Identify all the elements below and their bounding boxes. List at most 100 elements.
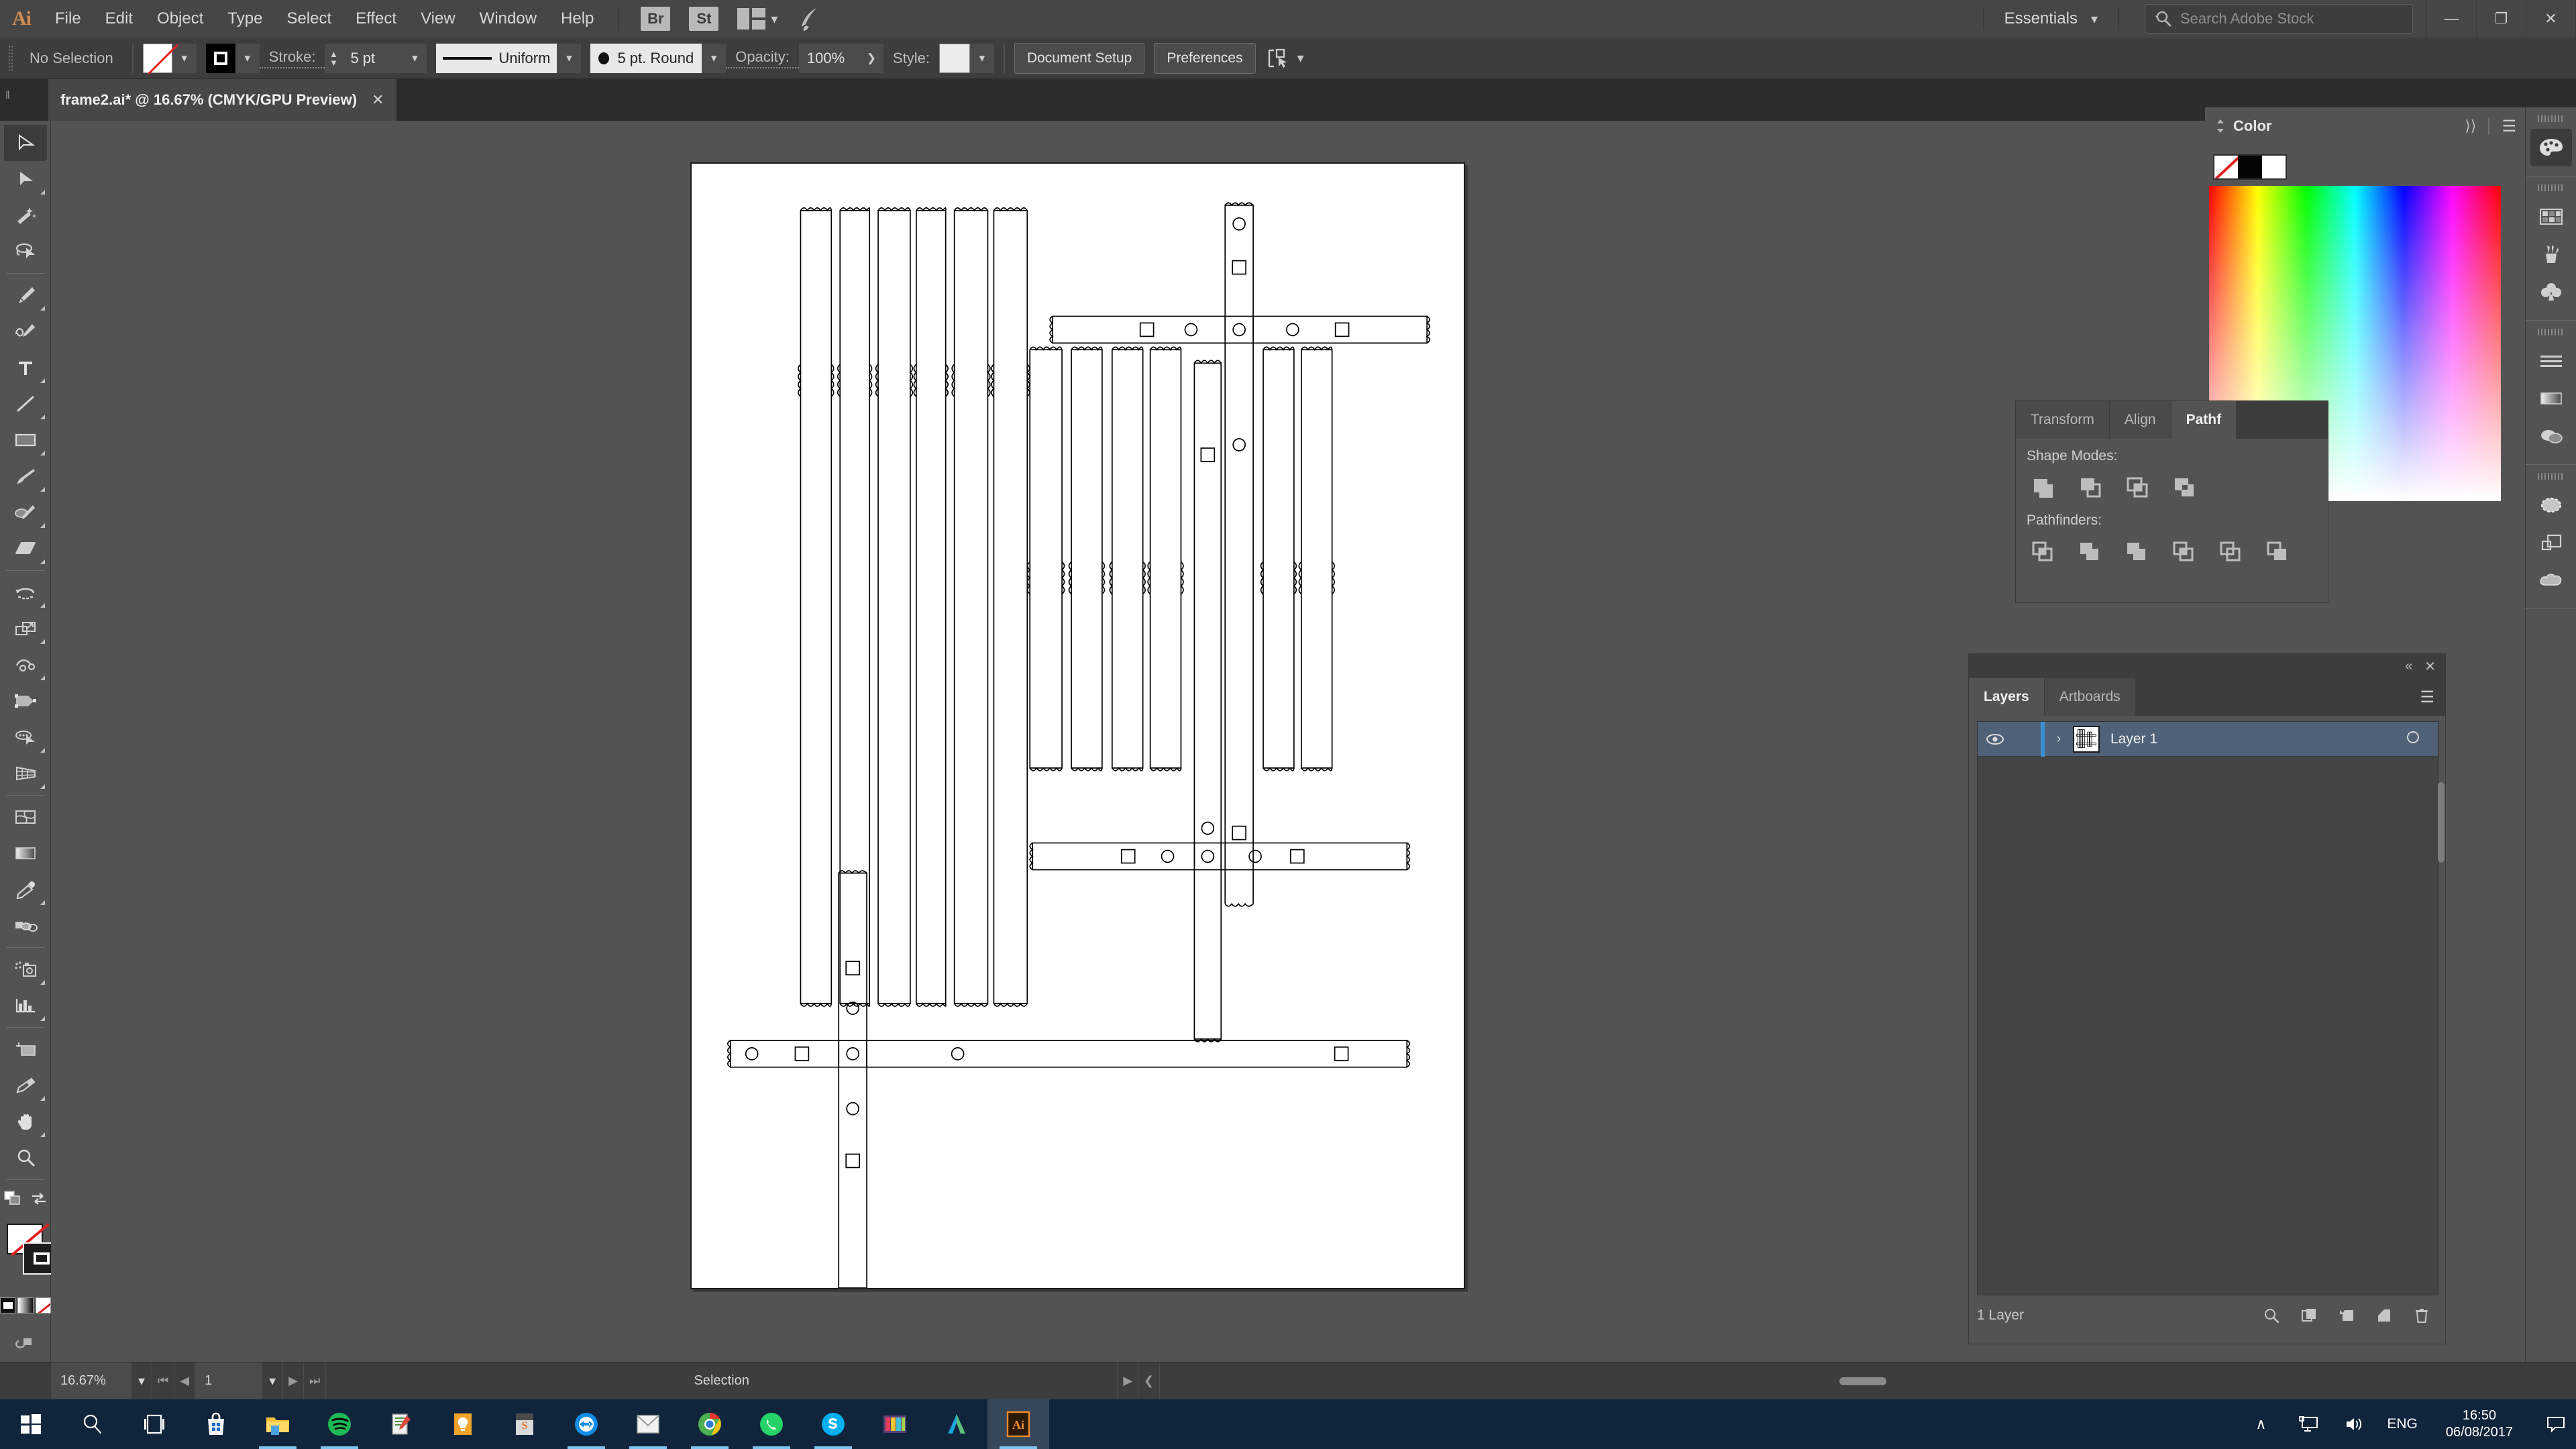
horizontal-scrollbar-thumb[interactable]: [1839, 1377, 1887, 1385]
mesh-tool[interactable]: [4, 799, 47, 835]
stroke-color-swatch[interactable]: [205, 43, 235, 73]
appearance-panel-icon[interactable]: [2530, 486, 2572, 524]
intersect-button[interactable]: [2116, 471, 2158, 503]
transparency-panel-icon[interactable]: [2530, 417, 2572, 455]
rectangle-tool[interactable]: [4, 422, 47, 458]
tab-artboards[interactable]: Artboards: [2044, 678, 2136, 716]
tab-collapse-icon[interactable]: ‖: [5, 89, 10, 102]
crop-button[interactable]: [2163, 535, 2205, 568]
horizontal-scrollbar[interactable]: [1160, 1368, 2576, 1395]
gradient-panel-icon[interactable]: [2530, 380, 2572, 417]
slice-tool[interactable]: [4, 1067, 47, 1104]
stroke-profile-chevron-down-icon[interactable]: ▾: [557, 43, 582, 73]
layer-expand-icon[interactable]: ›: [2045, 731, 2073, 747]
libraries-panel-icon[interactable]: [2530, 561, 2572, 599]
opacity-flyout-icon[interactable]: ❯: [859, 43, 883, 73]
color-swatch-none[interactable]: [2214, 156, 2239, 178]
teamviewer-icon[interactable]: [555, 1399, 617, 1449]
brush-chevron-down-icon[interactable]: ▾: [702, 43, 727, 73]
symbol-sprayer-tool[interactable]: [4, 951, 47, 987]
restore-button[interactable]: ❐: [2477, 0, 2526, 38]
stroke-weight-input[interactable]: 5 pt: [342, 43, 403, 73]
menu-type[interactable]: Type: [215, 0, 274, 38]
menu-window[interactable]: Window: [468, 0, 549, 38]
menu-file[interactable]: File: [43, 0, 93, 38]
rotate-tool[interactable]: [4, 574, 47, 610]
first-artboard-button[interactable]: ⏮: [152, 1362, 175, 1400]
select-similar-objects-icon[interactable]: [1265, 46, 1292, 70]
stroke-panel-icon[interactable]: [2530, 342, 2572, 380]
artboard-chevron-down-icon[interactable]: ▾: [262, 1362, 284, 1400]
zoom-chevron-down-icon[interactable]: ▾: [131, 1362, 153, 1400]
stroke-profile-select[interactable]: Uniform: [436, 43, 557, 73]
last-artboard-button[interactable]: ⏭: [304, 1362, 327, 1400]
artboard-tool[interactable]: [4, 1031, 47, 1067]
swatches-panel-icon[interactable]: [2530, 198, 2572, 235]
perspective-grid-tool[interactable]: [4, 755, 47, 792]
artboard[interactable]: [690, 162, 1465, 1289]
stroke-weight-chevron-down-icon[interactable]: ▾: [402, 43, 427, 73]
notepad-icon[interactable]: [370, 1399, 432, 1449]
lightbulb-icon[interactable]: [432, 1399, 494, 1449]
color-panel-icon[interactable]: [2530, 129, 2572, 166]
tab-align[interactable]: Align: [2109, 401, 2171, 439]
document-setup-button[interactable]: Document Setup: [1014, 42, 1145, 74]
eraser-tool[interactable]: [4, 531, 47, 567]
previous-artboard-button[interactable]: ◀: [174, 1362, 196, 1400]
search-input[interactable]: Search Adobe Stock: [2145, 4, 2413, 34]
color-panel-collapse-arrows-icon[interactable]: [2214, 117, 2226, 135]
bridge-icon[interactable]: Br: [641, 7, 671, 31]
minus-front-button[interactable]: [2070, 471, 2111, 503]
preferences-button[interactable]: Preferences: [1154, 42, 1256, 74]
create-new-sublayer-icon[interactable]: [2338, 1307, 2355, 1324]
direct-selection-tool[interactable]: [4, 161, 47, 197]
language-indicator[interactable]: ENG: [2387, 1416, 2418, 1432]
network-icon[interactable]: [2293, 1399, 2322, 1449]
tab-pathfinder[interactable]: Pathf: [2171, 401, 2237, 439]
brushes-panel-icon[interactable]: [2530, 235, 2572, 273]
fill-and-stroke-control[interactable]: [0, 1220, 60, 1293]
workspace-switcher[interactable]: Essentials: [1996, 9, 2086, 28]
task-view-button[interactable]: [123, 1399, 185, 1449]
menu-select[interactable]: Select: [274, 0, 343, 38]
curvature-tool[interactable]: [4, 313, 47, 350]
spotify-icon[interactable]: [309, 1399, 370, 1449]
selection-tool[interactable]: [3, 125, 47, 161]
stroke-weight-stepper[interactable]: ▲ ▼: [325, 43, 343, 73]
control-bar-grip[interactable]: [8, 44, 13, 72]
shaper-pencil-tool[interactable]: [4, 494, 47, 531]
layer-name[interactable]: Layer 1: [2110, 731, 2157, 747]
artboard-number-input[interactable]: 1: [195, 1362, 263, 1400]
status-collapse-icon[interactable]: ❮: [1138, 1362, 1161, 1400]
menu-effect[interactable]: Effect: [343, 0, 409, 38]
tab-transform[interactable]: Transform: [2016, 401, 2110, 439]
menu-edit[interactable]: Edit: [93, 0, 145, 38]
line-segment-tool[interactable]: [4, 386, 47, 422]
style-chevron-down-icon[interactable]: ▾: [969, 43, 994, 73]
stock-icon[interactable]: St: [689, 7, 719, 31]
scanner-icon[interactable]: S: [494, 1399, 555, 1449]
mail-icon[interactable]: [617, 1399, 679, 1449]
free-transform-tool[interactable]: [4, 683, 47, 719]
color-mode-none-icon[interactable]: [35, 1297, 51, 1313]
scale-tool[interactable]: [4, 610, 47, 647]
pathfinder-panel-icon[interactable]: [2530, 524, 2572, 561]
swap-fill-stroke-icon[interactable]: [30, 1191, 48, 1207]
trim-button[interactable]: [2070, 535, 2111, 568]
gradient-tool[interactable]: [4, 835, 47, 871]
brush-definition-select[interactable]: 5 pt. Round: [590, 43, 702, 73]
layers-scrollbar[interactable]: [2436, 722, 2446, 1295]
shape-builder-tool[interactable]: [4, 719, 47, 755]
hand-tool[interactable]: [4, 1104, 47, 1140]
eyedropper-tool[interactable]: [4, 871, 47, 908]
layers-panel-collapse-icon[interactable]: «: [2405, 659, 2412, 674]
notifications-icon[interactable]: [2541, 1399, 2571, 1449]
color-panel-expand-icon[interactable]: ⟩⟩: [2465, 117, 2476, 135]
exclude-button[interactable]: [2163, 471, 2205, 503]
unite-button[interactable]: [2023, 471, 2064, 503]
color-swatch-white[interactable]: [2261, 156, 2286, 178]
close-button[interactable]: ✕: [2526, 0, 2576, 38]
photo-editor-icon[interactable]: [864, 1399, 926, 1449]
outline-button[interactable]: [2210, 535, 2252, 568]
menu-object[interactable]: Object: [145, 0, 215, 38]
